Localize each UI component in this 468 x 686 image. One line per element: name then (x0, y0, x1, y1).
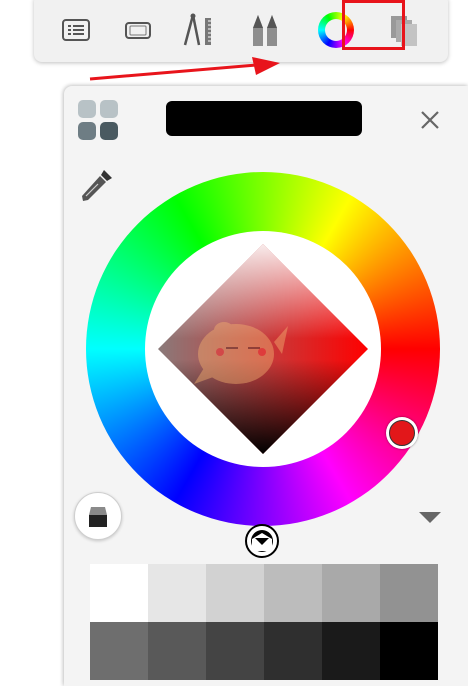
palette-swatch[interactable] (380, 564, 438, 622)
palette-swatch[interactable] (322, 564, 380, 622)
brush-library-icon[interactable] (244, 8, 288, 52)
canvas-icon[interactable] (116, 8, 160, 52)
highlight-box (342, 0, 405, 50)
color-wheel[interactable] (86, 172, 440, 558)
palette-swatch[interactable] (206, 622, 264, 680)
palette-swatch[interactable] (90, 564, 148, 622)
close-icon[interactable] (416, 106, 444, 134)
palette-swatch[interactable] (206, 564, 264, 622)
palette-swatch[interactable] (148, 564, 206, 622)
color-panel (64, 86, 468, 686)
annotation-arrow (89, 57, 280, 81)
chevron-down-icon[interactable] (418, 510, 442, 529)
palette-swatch[interactable] (322, 622, 380, 680)
hue-marker[interactable] (386, 417, 418, 449)
layers-list-icon[interactable] (54, 8, 98, 52)
palette-swatch[interactable] (264, 622, 322, 680)
eraser-icon[interactable] (74, 492, 122, 540)
color-mode-icon[interactable] (76, 98, 120, 147)
top-toolbar (34, 0, 448, 62)
palette-swatch[interactable] (264, 564, 322, 622)
color-marker[interactable] (245, 524, 279, 558)
palette-swatch[interactable] (148, 622, 206, 680)
saturation-brightness-diamond[interactable] (158, 244, 368, 454)
current-color-display[interactable] (166, 101, 362, 136)
palette-swatch[interactable] (380, 622, 438, 680)
color-palette (90, 564, 438, 684)
ruler-guides-icon[interactable] (176, 8, 220, 52)
palette-swatch[interactable] (90, 622, 148, 680)
